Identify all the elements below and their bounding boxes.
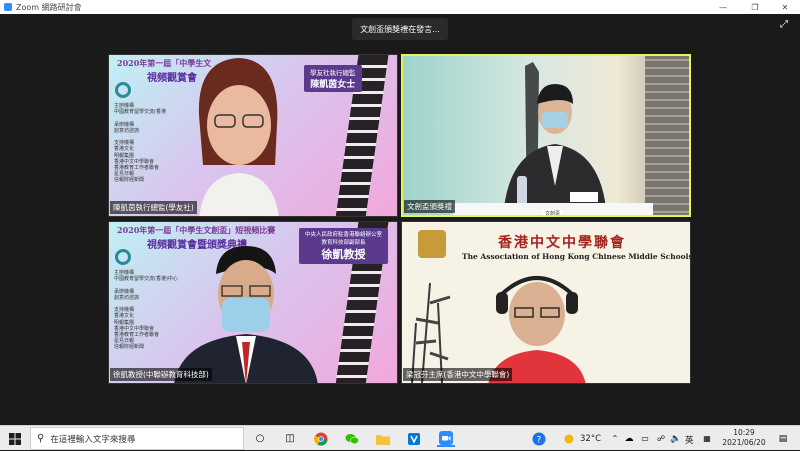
cortana-icon[interactable]: ○ bbox=[251, 430, 269, 447]
fullscreen-icon[interactable]: ⤢ bbox=[780, 19, 788, 30]
speaker-nameplate: 學友社執行總監 陳凱茵女士 bbox=[304, 65, 362, 92]
start-button[interactable] bbox=[0, 426, 30, 451]
video-tile-4[interactable]: 香港中文中學聯會 The Association of Hong Kong Ch… bbox=[401, 221, 691, 384]
volume-icon[interactable]: 🔈 bbox=[667, 430, 685, 447]
wechat-icon[interactable] bbox=[343, 430, 361, 447]
participant-video bbox=[174, 246, 318, 383]
window-title: Zoom 網路研討會 bbox=[16, 2, 82, 12]
organizer-logo bbox=[115, 82, 131, 98]
organizer-logo bbox=[115, 249, 131, 265]
participant-name-label: 陳凱茵執行總監(學友社) bbox=[110, 201, 197, 214]
nameplate-name: 陳凱茵女士 bbox=[310, 80, 356, 90]
taskbar-clock[interactable]: 10:29 2021/06/20 bbox=[714, 428, 774, 448]
help-icon[interactable]: ? bbox=[530, 430, 548, 447]
bamboo-painting bbox=[411, 282, 451, 383]
windows-taskbar: ⚲ 在這裡輸入文字來搜尋 ○ ◫ ? 32°C ⌃ ☁ ▭ ☍ 🔈 英 ▦ 10… bbox=[0, 425, 800, 450]
search-placeholder: 在這裡輸入文字來搜尋 bbox=[50, 434, 136, 445]
association-title-en: The Association of Hong Kong Chinese Mid… bbox=[462, 252, 691, 261]
participant-name-label: 文創盃頒獎禮 bbox=[404, 200, 455, 213]
minimize-button[interactable]: — bbox=[712, 0, 734, 14]
participant-name-label: 梁冠芬主席(香港中文中學聯會) bbox=[403, 368, 513, 381]
search-icon: ⚲ bbox=[37, 433, 45, 444]
speaking-indicator-text: 文創盃頒獎禮在發言... bbox=[360, 24, 440, 34]
association-logo bbox=[418, 230, 446, 258]
store-icon[interactable] bbox=[405, 430, 423, 447]
participant-video bbox=[503, 62, 607, 215]
zoom-app-icon bbox=[4, 3, 12, 11]
zoom-taskbar-icon[interactable] bbox=[437, 430, 455, 447]
table-card: 文創盃 bbox=[543, 210, 563, 217]
clock-date: 2021/06/20 bbox=[722, 438, 766, 447]
weather-temperature[interactable]: 32°C bbox=[580, 434, 601, 444]
weather-icon[interactable] bbox=[560, 430, 578, 447]
video-tile-1[interactable]: 2020年第一屆「中學生文 視頻觀賞會 主辦機構 中國教育留學交流(香港 承辦機… bbox=[108, 54, 398, 217]
participant-video bbox=[198, 58, 279, 216]
participant-name-label: 徐凱教授(中聯辦教育科技部) bbox=[110, 368, 212, 381]
taskbar-search-box[interactable]: ⚲ 在這裡輸入文字來搜尋 bbox=[30, 427, 244, 450]
task-view-icon[interactable]: ◫ bbox=[281, 430, 299, 447]
windows-logo-icon bbox=[9, 432, 21, 445]
poster-sponsor-list: 主辦機構 中國教育留學交流(香港 承辦機構 創意坊諮詢 支持機構 香港文化 明報… bbox=[114, 103, 166, 184]
speaking-indicator: 文創盃頒獎禮在發言... bbox=[352, 18, 448, 40]
title-bar: Zoom 網路研討會 — ❐ ✕ bbox=[0, 0, 800, 14]
chrome-icon[interactable] bbox=[312, 430, 330, 447]
ime-language-indicator[interactable]: 英 bbox=[685, 434, 694, 446]
maximize-button[interactable]: ❐ bbox=[744, 0, 766, 14]
svg-text:?: ? bbox=[537, 435, 542, 445]
file-explorer-icon[interactable] bbox=[374, 430, 392, 447]
notification-center-icon[interactable]: ▤ bbox=[774, 430, 792, 447]
association-title-zh: 香港中文中學聯會 bbox=[498, 235, 626, 251]
video-tile-3[interactable]: 2020年第一屆「中學生文創盃」短視頻比賽 視頻觀賞會暨頒獎典禮 主辦機構 中國… bbox=[108, 221, 398, 384]
close-button[interactable]: ✕ bbox=[774, 0, 796, 14]
nameplate-title: 學友社執行總監 bbox=[310, 69, 356, 77]
clock-time: 10:29 bbox=[733, 428, 755, 437]
video-tile-2[interactable]: 文創盃 文創盃頒獎禮 bbox=[401, 54, 691, 217]
participant-video bbox=[488, 276, 586, 383]
zoom-window: Zoom 網路研討會 — ❐ ✕ 文創盃頒獎禮在發言... ⤢ 2020年第一屆… bbox=[0, 0, 800, 425]
